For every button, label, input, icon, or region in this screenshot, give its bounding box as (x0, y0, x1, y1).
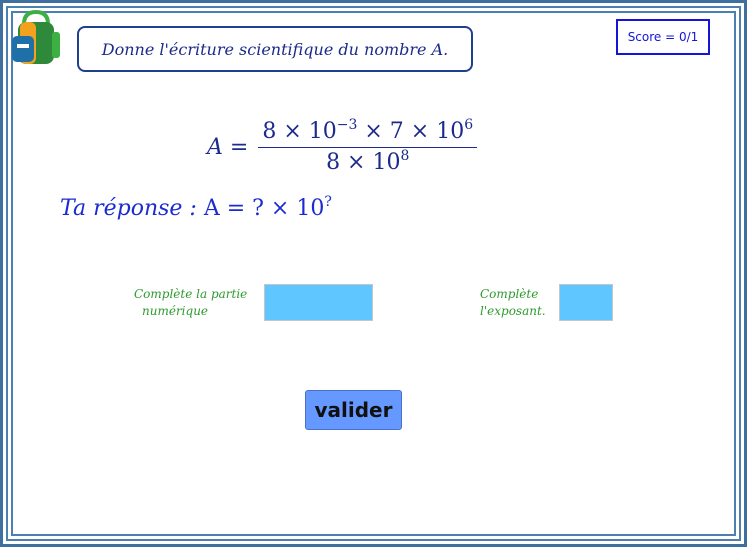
numerator-exp-a: −3 (336, 117, 358, 133)
numeric-part-label-line1: Complète la partie (134, 287, 248, 301)
numeric-part-input[interactable] (264, 284, 373, 321)
score-box: Score = 0/1 (616, 19, 710, 55)
equation-lhs: A = (207, 134, 249, 160)
exponent-label: Complète l'exposant. (480, 286, 546, 320)
fraction: 8 × 10−3 × 7 × 106 8 × 108 (258, 117, 478, 175)
inner-frame (11, 11, 736, 536)
answer-prompt-exp: ? (324, 194, 332, 210)
fraction-numerator: 8 × 10−3 × 7 × 106 (258, 117, 478, 148)
exponent-input[interactable] (559, 284, 613, 321)
score-text: Score = 0/1 (627, 30, 699, 44)
denominator-term: 8 × 10 (326, 150, 401, 175)
question-box: Donne l'écriture scientifique du nombre … (77, 26, 473, 72)
valider-button[interactable]: valider (305, 390, 402, 430)
exponent-label-line1: Complète (480, 287, 539, 301)
answer-prompt: Ta réponse : A = ? × 10? (60, 194, 332, 221)
answer-prompt-expr: A = ? × 10 (196, 196, 325, 221)
question-text: Donne l'écriture scientifique du nombre … (101, 39, 449, 59)
numerator-exp-b: 6 (464, 117, 474, 133)
numeric-part-label-line2: numérique (142, 304, 209, 318)
backpack-icon (12, 10, 60, 64)
fraction-denominator: 8 × 108 (326, 148, 409, 175)
exponent-label-line2: l'exposant. (480, 304, 546, 318)
numerator-term-b: × 7 × 10 (357, 119, 465, 144)
numeric-part-label: Complète la partie numérique (134, 286, 247, 320)
numerator-term-a: 8 × 10 (262, 119, 337, 144)
answer-prompt-text: Ta réponse : (60, 196, 197, 221)
denominator-exp: 8 (400, 148, 410, 164)
equation: A = 8 × 10−3 × 7 × 106 8 × 108 (207, 112, 478, 182)
